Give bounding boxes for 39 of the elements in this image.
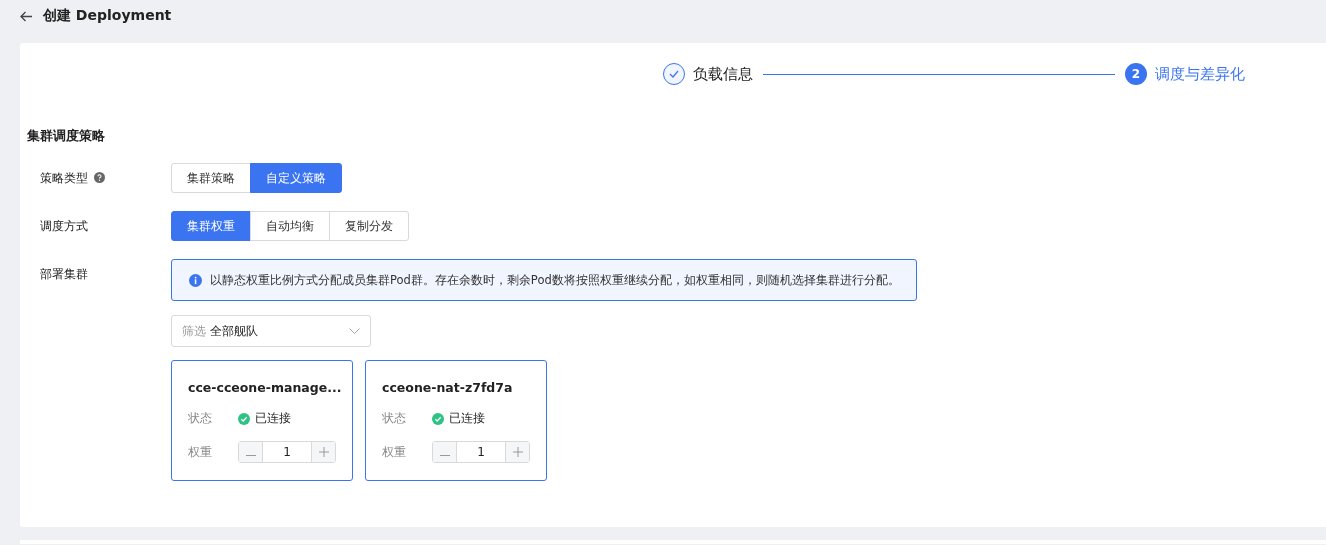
plus-icon bbox=[512, 447, 523, 457]
segment-button[interactable]: 集群策略 bbox=[171, 163, 251, 193]
field-label: 调度方式 bbox=[40, 218, 88, 235]
section-title: 集群调度策略 bbox=[27, 127, 106, 145]
cluster-card[interactable]: cce-cceone-manage... 状态 已连接 权重 1 bbox=[171, 360, 353, 481]
step-number: 2 bbox=[1125, 63, 1147, 85]
chevron-down-icon bbox=[349, 328, 360, 334]
decrement-button[interactable] bbox=[239, 442, 262, 462]
info-icon bbox=[189, 273, 202, 287]
segment-button[interactable]: 集群权重 bbox=[171, 211, 251, 241]
help-icon[interactable] bbox=[94, 172, 105, 183]
weight-label: 权重 bbox=[188, 443, 213, 461]
minus-icon bbox=[245, 455, 256, 457]
increment-button[interactable] bbox=[312, 442, 335, 462]
filter-dropdown[interactable]: 筛选 全部舰队 bbox=[171, 315, 371, 347]
status-text: 已连接 bbox=[449, 410, 485, 427]
segment-button[interactable]: 自定义策略 bbox=[250, 163, 342, 193]
status-label: 状态 bbox=[382, 410, 407, 427]
weight-stepper[interactable]: 1 bbox=[238, 441, 336, 463]
notice-text: 以静态权重比例方式分配成员集群Pod群。存在余数时，剩余Pod数将按照权重继续分配，如权重相同，则随机选择集群进行分配。 bbox=[210, 272, 900, 288]
back-arrow-icon[interactable] bbox=[20, 10, 33, 22]
cluster-name: cce-cceone-manage... bbox=[188, 380, 343, 396]
cluster-card[interactable]: cceone-nat-z7fd7a 状态 已连接 权重 1 bbox=[365, 360, 547, 481]
field-label: 部署集群 bbox=[40, 266, 88, 283]
segment-button[interactable]: 复制分发 bbox=[329, 211, 409, 241]
plus-icon bbox=[318, 447, 329, 457]
step-label: 调度与差异化 bbox=[1155, 64, 1245, 84]
minus-icon bbox=[439, 455, 450, 457]
status-text: 已连接 bbox=[255, 410, 291, 427]
weight-stepper[interactable]: 1 bbox=[432, 441, 530, 463]
cluster-name: cceone-nat-z7fd7a bbox=[382, 380, 514, 396]
page-title: 创建 Deployment bbox=[43, 7, 172, 25]
segment-button[interactable]: 自动均衡 bbox=[250, 211, 330, 241]
increment-button[interactable] bbox=[506, 442, 529, 462]
field-label: 策略类型 bbox=[40, 170, 88, 187]
status-label: 状态 bbox=[188, 410, 213, 427]
decrement-button[interactable] bbox=[433, 442, 456, 462]
weight-label: 权重 bbox=[382, 443, 407, 461]
step-label: 负载信息 bbox=[693, 64, 753, 84]
